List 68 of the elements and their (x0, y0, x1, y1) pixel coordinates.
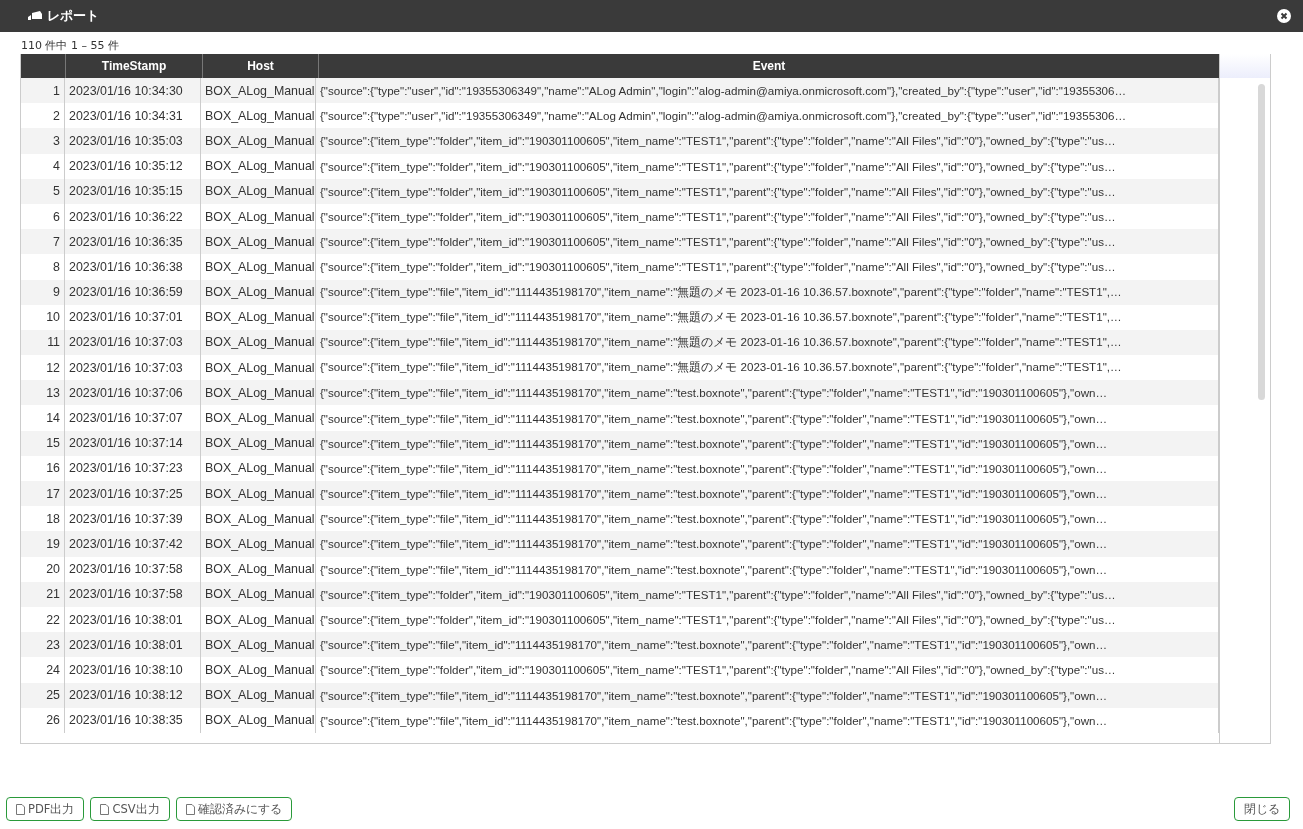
table-cell: 2023/01/16 10:35:12 (65, 153, 201, 179)
table-cell: 2023/01/16 10:35:15 (65, 178, 201, 204)
document-icon (16, 803, 25, 815)
table-cell: {"source":{"item_type":"folder","item_id":"190301100605","item_name":"TEST1","parent":{"type":"folder","name":"All Files","id":"0"},"owned_by":{"type":"us… (316, 128, 1219, 154)
table-cell: BOX_ALog_Manual (201, 657, 316, 683)
table-cell: BOX_ALog_Manual (201, 531, 316, 557)
row-number: 9 (21, 279, 65, 305)
table-cell: 2023/01/16 10:36:59 (65, 279, 201, 305)
table-cell: BOX_ALog_Manual (201, 707, 316, 733)
table-cell: 2023/01/16 10:38:35 (65, 707, 201, 733)
table-cell: {"source":{"item_type":"file","item_id":"1114435198170","item_name":"test.boxnote","parent":{"type":"folder","name":"TEST1","id":"190301100605"},"own… (316, 682, 1219, 708)
row-number: 19 (21, 531, 65, 557)
table-cell: BOX_ALog_Manual (201, 682, 316, 708)
table-cell: 2023/01/16 10:37:58 (65, 556, 201, 582)
table-cell: {"source":{"item_type":"file","item_id":"1114435198170","item_name":"無題のメモ 2023-01-16 10.36.57.boxnote","parent":{"type":"folder","name":"TEST1",… (316, 279, 1219, 305)
close-button[interactable]: 閉じる (1234, 797, 1290, 821)
table-cell: {"source":{"item_type":"folder","item_id":"190301100605","item_name":"TEST1","parent":{"type":"folder","name":"All Files","id":"0"},"owned_by":{"type":"us… (316, 153, 1219, 179)
table-cell: 2023/01/16 10:37:07 (65, 405, 201, 431)
table-cell: BOX_ALog_Manual (201, 178, 316, 204)
table-cell: {"source":{"item_type":"folder","item_id":"190301100605","item_name":"TEST1","parent":{"type":"folder","name":"All Files","id":"0"},"owned_by":{"type":"us… (316, 254, 1219, 280)
document-icon (185, 803, 195, 815)
row-number: 24 (21, 657, 65, 683)
table-cell: 2023/01/16 10:38:12 (65, 682, 201, 708)
table-cell: 2023/01/16 10:36:38 (65, 254, 201, 280)
scrollbar-thumb[interactable] (1258, 84, 1265, 400)
table-cell: BOX_ALog_Manual (201, 581, 316, 607)
row-number: 5 (21, 178, 65, 204)
table-cell: BOX_ALog_Manual (201, 279, 316, 305)
action-button[interactable]: PDF出力 (6, 797, 85, 821)
table-cell: BOX_ALog_Manual (201, 405, 316, 431)
document-icon (100, 803, 110, 815)
table-cell: BOX_ALog_Manual (201, 304, 316, 330)
row-number: 15 (21, 430, 65, 456)
row-number: 25 (21, 682, 65, 708)
table-cell: 2023/01/16 10:38:10 (65, 657, 201, 683)
row-number: 20 (21, 556, 65, 582)
row-number: 14 (21, 405, 65, 431)
table-cell: BOX_ALog_Manual (201, 153, 316, 179)
table-cell: {"source":{"item_type":"file","item_id":"1114435198170","item_name":"test.boxnote","parent":{"type":"folder","name":"TEST1","id":"190301100605"},"own… (316, 531, 1219, 557)
window-title: レポート (47, 7, 99, 25)
row-number: 26 (21, 707, 65, 733)
column-header: Event (751, 58, 787, 75)
table-cell: 2023/01/16 10:37:01 (65, 304, 201, 330)
row-number: 4 (21, 153, 65, 179)
table-cell: BOX_ALog_Manual (201, 254, 316, 280)
row-number: 21 (21, 581, 65, 607)
table-cell: 2023/01/16 10:37:58 (65, 581, 201, 607)
table-cell: {"source":{"item_type":"file","item_id":"1114435198170","item_name":"無題のメモ 2023-01-16 10.36.57.boxnote","parent":{"type":"folder","name":"TEST1",… (316, 304, 1219, 330)
table-cell: {"source":{"item_type":"folder","item_id":"190301100605","item_name":"TEST1","parent":{"type":"folder","name":"All Files","id":"0"},"owned_by":{"type":"us… (316, 178, 1219, 204)
record-count: 110 件中 1 – 55 件 (20, 38, 120, 54)
table-cell: 2023/01/16 10:37:42 (65, 531, 201, 557)
table-cell: {"source":{"item_type":"folder","item_id":"190301100605","item_name":"TEST1","parent":{"type":"folder","name":"All Files","id":"0"},"owned_by":{"type":"us… (316, 581, 1219, 607)
table-cell: {"source":{"item_type":"file","item_id":"1114435198170","item_name":"test.boxnote","parent":{"type":"folder","name":"TEST1","id":"190301100605"},"own… (316, 707, 1219, 733)
table-cell: BOX_ALog_Manual (201, 128, 316, 154)
table-cell: {"source":{"item_type":"file","item_id":"1114435198170","item_name":"test.boxnote","parent":{"type":"folder","name":"TEST1","id":"190301100605"},"own… (316, 556, 1219, 582)
action-button[interactable]: CSV出力 (90, 797, 170, 821)
row-number: 3 (21, 128, 65, 154)
close-icon[interactable] (1277, 9, 1291, 23)
table-cell: 2023/01/16 10:35:03 (65, 128, 201, 154)
table-cell: {"source":{"item_type":"folder","item_id":"190301100605","item_name":"TEST1","parent":{"type":"folder","name":"All Files","id":"0"},"owned_by":{"type":"us… (316, 657, 1219, 683)
row-number: 8 (21, 254, 65, 280)
table-cell: BOX_ALog_Manual (201, 556, 316, 582)
table-cell: 2023/01/16 10:37:14 (65, 430, 201, 456)
row-number: 10 (21, 304, 65, 330)
table-cell: {"source":{"item_type":"file","item_id":"1114435198170","item_name":"test.boxnote","parent":{"type":"folder","name":"TEST1","id":"190301100605"},"own… (316, 405, 1219, 431)
table-cell: BOX_ALog_Manual (201, 430, 316, 456)
action-button[interactable]: 確認済みにする (175, 797, 292, 821)
table-cell: {"source":{"item_type":"file","item_id":"1114435198170","item_name":"test.boxnote","parent":{"type":"folder","name":"TEST1","id":"190301100605"},"own… (316, 430, 1219, 456)
